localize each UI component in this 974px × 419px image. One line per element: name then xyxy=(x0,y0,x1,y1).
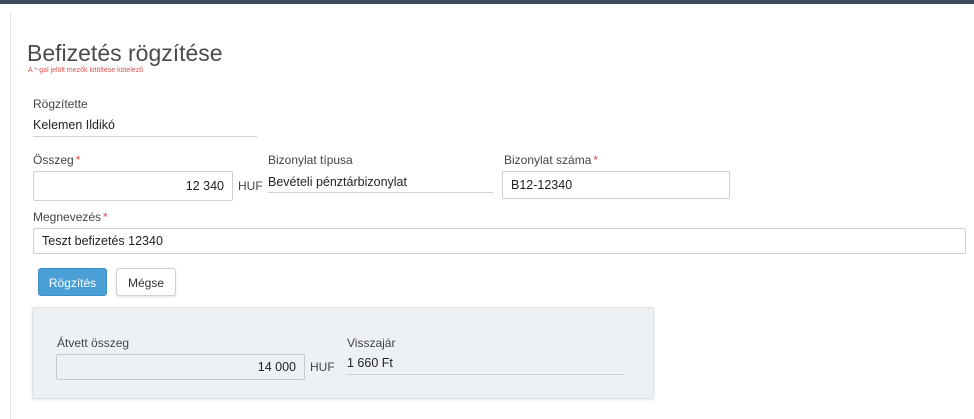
amount-label: Összeg * xyxy=(33,153,80,167)
document-number-required-mark: * xyxy=(593,153,599,167)
description-label-text: Megnevezés xyxy=(33,210,102,224)
required-fields-hint: A *-gal jelölt mezők kitöltése kötelező xyxy=(28,67,144,74)
recorded-by-value: Kelemen Ildikó xyxy=(33,118,115,132)
save-button[interactable]: Rögzítés xyxy=(38,268,107,296)
document-type-underline xyxy=(268,192,493,193)
change-label: Visszajár xyxy=(347,336,396,350)
amount-unit: HUF xyxy=(238,179,263,193)
page-title: Befizetés rögzítése xyxy=(27,40,223,66)
document-number-label: Bizonylat száma * xyxy=(504,153,598,167)
recorded-by-label: Rögzítette xyxy=(33,97,88,111)
amount-input[interactable]: 12 340 xyxy=(33,171,233,201)
description-label: Megnevezés * xyxy=(33,210,108,224)
received-amount-label: Átvett összeg xyxy=(57,336,130,350)
description-input[interactable]: Teszt befizetés 12340 xyxy=(33,228,966,254)
top-bar xyxy=(0,0,974,4)
received-amount-unit: HUF xyxy=(310,360,335,374)
document-number-input[interactable]: B12-12340 xyxy=(502,171,730,199)
recorded-by-underline xyxy=(33,136,257,137)
document-number-label-text: Bizonylat száma xyxy=(504,153,592,167)
document-type-value: Bevételi pénztárbizonylat xyxy=(268,175,407,189)
description-required-mark: * xyxy=(103,210,108,224)
received-amount-input[interactable]: 14 000 xyxy=(56,354,305,380)
change-value: 1 660 Ft xyxy=(347,356,393,370)
amount-label-text: Összeg xyxy=(33,153,74,167)
change-underline xyxy=(347,374,625,375)
cancel-button[interactable]: Mégse xyxy=(116,268,176,296)
amount-required-mark: * xyxy=(75,153,81,167)
cash-panel xyxy=(32,307,654,399)
document-type-label: Bizonylat típusa xyxy=(268,153,353,167)
